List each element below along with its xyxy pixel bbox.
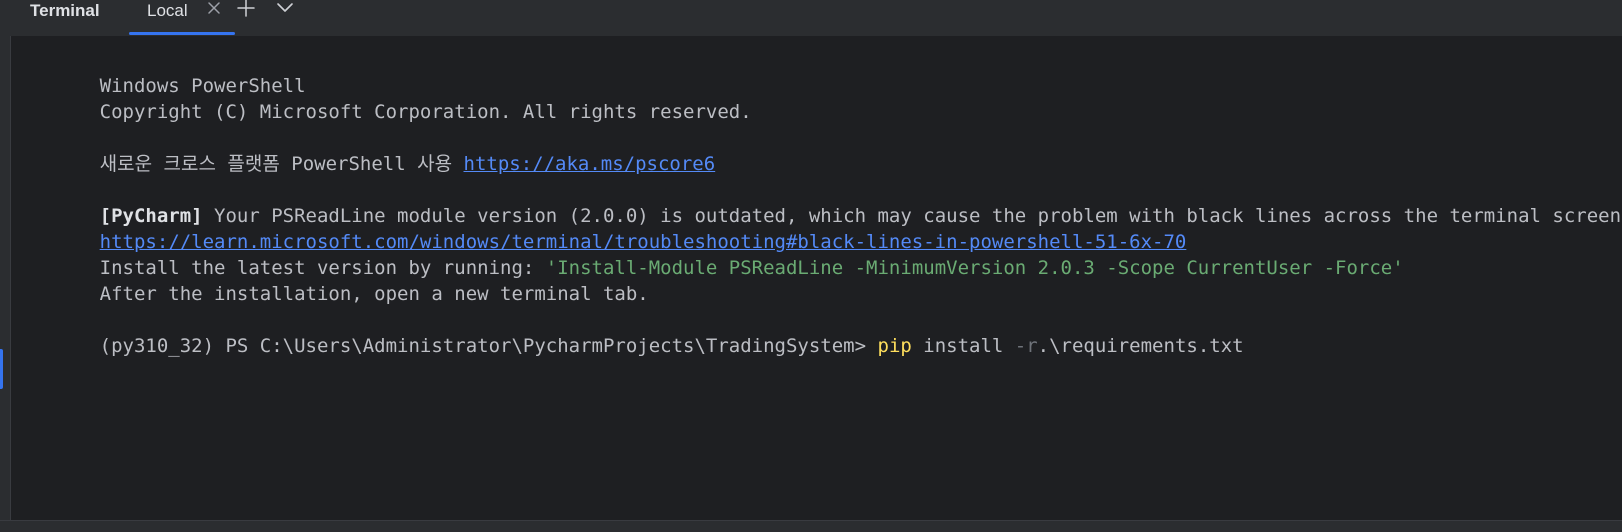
tab-label: Local xyxy=(147,1,188,20)
terminal-output[interactable]: Windows PowerShell Copyright (C) Microso… xyxy=(11,36,1622,520)
pscore-link[interactable]: https://aka.ms/pscore6 xyxy=(464,153,716,175)
left-gutter xyxy=(0,36,11,520)
output-line: https://learn.microsoft.com/windows/term… xyxy=(31,202,1187,253)
prompt-line[interactable]: (py310_32) PS C:\Users\Administrator\Pyc… xyxy=(31,306,1244,357)
terminal-toolbar: Terminal Local xyxy=(0,0,1622,36)
terminal-window: Terminal Local Windows PowerShell Copyri… xyxy=(0,0,1622,532)
close-icon[interactable] xyxy=(206,0,222,18)
output-line: Windows PowerShell xyxy=(99,75,306,97)
command-flag: -r xyxy=(1014,335,1038,357)
active-tab-indicator xyxy=(129,32,235,35)
output-line: [PyCharm] Your PSReadLine module version… xyxy=(99,205,1622,227)
prompt: (py310_32) PS C:\Users\Administrator\Pyc… xyxy=(99,335,878,357)
chevron-down-icon[interactable] xyxy=(274,0,296,20)
status-bar xyxy=(0,520,1622,532)
install-command-string: 'Install-Module PSReadLine -MinimumVersi… xyxy=(545,257,1404,279)
command-name: pip xyxy=(877,335,912,357)
output-line: Install the latest version by running: '… xyxy=(99,257,1404,279)
output-line: 새로운 크로스 플랫폼 PowerShell 사용 https://aka.ms… xyxy=(99,153,716,175)
plus-icon[interactable] xyxy=(235,0,257,20)
gutter-marker xyxy=(0,349,3,389)
tab-local[interactable]: Local xyxy=(129,0,235,36)
output-line: Copyright (C) Microsoft Corporation. All… xyxy=(99,101,752,123)
output-line: After the installation, open a new termi… xyxy=(99,283,649,305)
command-argument: .\requirements.txt xyxy=(1037,335,1244,357)
panel-title: Terminal xyxy=(30,1,100,20)
